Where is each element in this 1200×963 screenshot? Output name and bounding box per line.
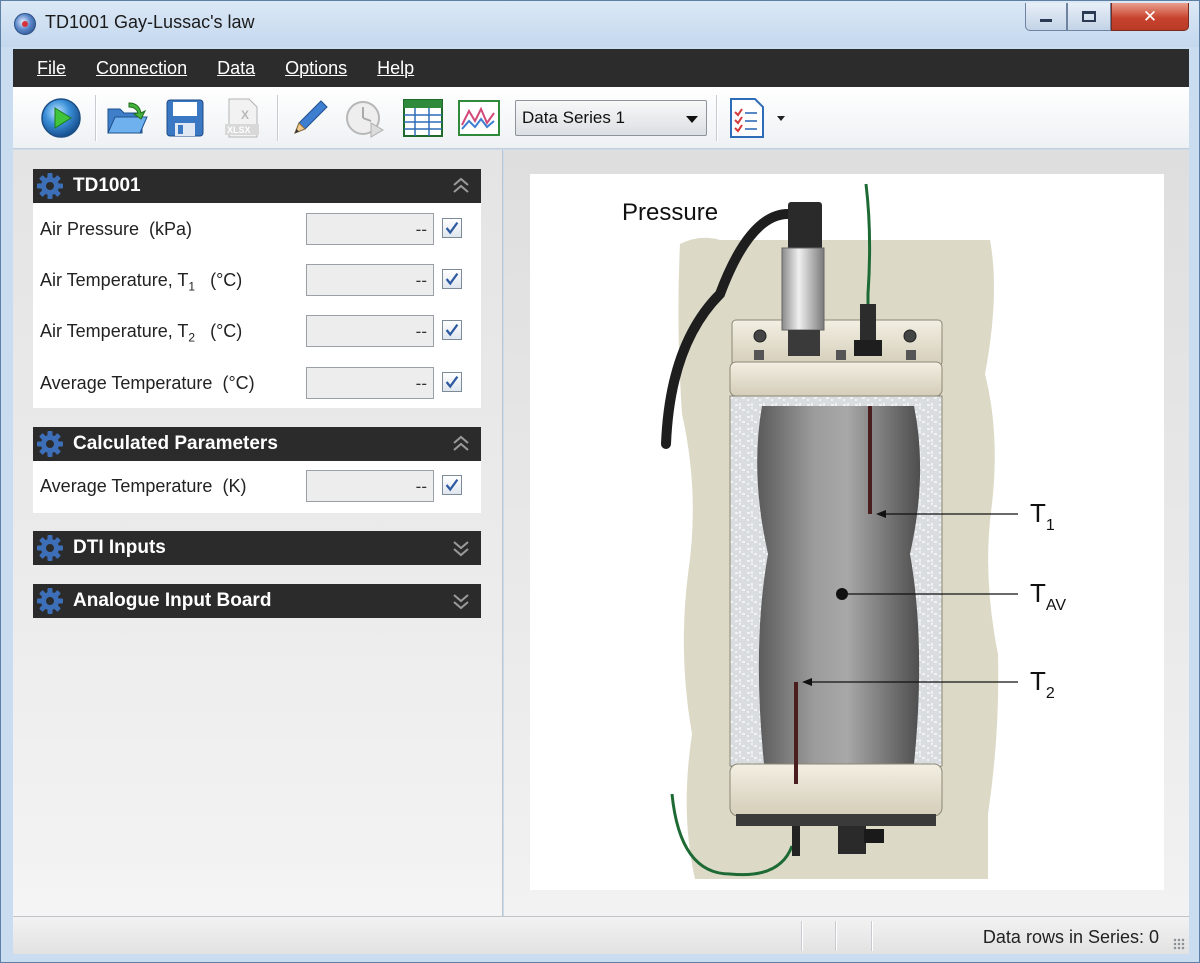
tav-label: TAV <box>1030 578 1066 614</box>
apparatus-diagram: Pressure T1 TAV T2 <box>530 174 1164 890</box>
toolbar: X XLSX Data Series 1 <box>13 87 1189 149</box>
section-calculated-header[interactable]: Calculated Parameters <box>33 427 481 461</box>
param-row-average-temp: Average Temperature (°C) -- <box>33 363 481 403</box>
param-checkbox[interactable] <box>442 269 462 289</box>
param-checkbox[interactable] <box>442 320 462 340</box>
gear-icon <box>37 588 63 614</box>
maximize-icon <box>1082 11 1096 22</box>
section-title: TD1001 <box>73 175 141 196</box>
report-icon[interactable] <box>727 97 771 139</box>
param-value-field[interactable]: -- <box>306 315 434 347</box>
xlsx-export-icon: X XLSX <box>225 98 259 138</box>
param-label: Air Temperature, T1 (°C) <box>40 270 243 294</box>
chevron-up-icon[interactable] <box>451 176 471 196</box>
graph-icon[interactable] <box>457 97 501 139</box>
param-row-air-pressure: Air Pressure (kPa) -- <box>33 209 481 249</box>
gear-icon <box>37 173 63 199</box>
menu-help[interactable]: Help <box>377 58 414 79</box>
app-window: TD1001 Gay-Lussac's law ✕ File Connectio… <box>0 0 1200 963</box>
chevron-down-icon[interactable] <box>451 538 471 558</box>
table-icon[interactable] <box>401 97 445 139</box>
open-folder-icon[interactable] <box>105 97 149 139</box>
diagram-panel: Pressure T1 TAV T2 <box>504 150 1189 916</box>
play-icon[interactable] <box>39 97 83 139</box>
window-title: TD1001 Gay-Lussac's law <box>45 12 255 32</box>
status-data-rows: Data rows in Series: 0 <box>982 927 1159 947</box>
section-analogue-header[interactable]: Analogue Input Board <box>33 584 481 618</box>
status-bar: Data rows in Series: 0 <box>13 916 1189 954</box>
param-value-field[interactable]: -- <box>306 213 434 245</box>
param-label: Average Temperature (°C) <box>40 373 255 393</box>
chevron-down-icon[interactable] <box>451 591 471 611</box>
param-label: Air Temperature, T2 (°C) <box>40 321 243 345</box>
chevron-down-icon <box>686 116 698 123</box>
xlsx-label: XLSX <box>227 125 251 135</box>
status-divider <box>871 921 872 951</box>
param-value-field[interactable]: -- <box>306 470 434 502</box>
timer-icon <box>346 101 384 138</box>
param-row-air-temp-t1: Air Temperature, T1 (°C) -- <box>33 260 481 300</box>
pressure-label: Pressure <box>622 199 718 226</box>
title-bar: TD1001 Gay-Lussac's law ✕ <box>1 1 1199 47</box>
param-checkbox[interactable] <box>442 475 462 495</box>
section-title: DTI Inputs <box>73 537 166 558</box>
param-checkbox[interactable] <box>442 372 462 392</box>
menu-bar: File Connection Data Options Help <box>13 49 1189 87</box>
param-checkbox[interactable] <box>442 218 462 238</box>
parameters-panel: TD1001 Air Pressure (kPa) -- Air Tempera… <box>13 150 503 916</box>
minimize-icon <box>1040 19 1052 22</box>
toolbar-separator <box>277 95 278 141</box>
pressure-vessel-illustration: Pressure T1 TAV T2 <box>622 183 1066 879</box>
gear-icon <box>37 535 63 561</box>
maximize-button[interactable] <box>1067 3 1111 31</box>
minimize-button[interactable] <box>1025 3 1067 31</box>
gear-icon <box>37 431 63 457</box>
status-divider <box>801 921 802 951</box>
t2-label: T2 <box>1030 666 1055 702</box>
toolbar-separator <box>95 95 96 141</box>
toolbar-separator <box>716 95 717 141</box>
close-button[interactable]: ✕ <box>1111 3 1189 31</box>
param-row-air-temp-t2: Air Temperature, T2 (°C) -- <box>33 311 481 351</box>
status-divider <box>835 921 836 951</box>
chevron-up-icon[interactable] <box>451 434 471 454</box>
svg-text:X: X <box>241 108 249 122</box>
param-value-field[interactable]: -- <box>306 367 434 399</box>
section-td1001-header[interactable]: TD1001 <box>33 169 481 203</box>
section-dti-header[interactable]: DTI Inputs <box>33 531 481 565</box>
pencil-icon[interactable] <box>287 97 331 139</box>
data-series-select[interactable]: Data Series 1 <box>515 100 707 136</box>
report-dropdown-icon[interactable] <box>777 116 785 121</box>
save-icon[interactable] <box>163 97 207 139</box>
menu-connection[interactable]: Connection <box>96 58 187 79</box>
close-icon: ✕ <box>1142 6 1158 26</box>
param-label: Average Temperature (K) <box>40 476 247 496</box>
section-td1001-body: Air Pressure (kPa) -- Air Temperature, T… <box>33 203 481 408</box>
section-calculated-body: Average Temperature (K) -- <box>33 461 481 513</box>
resize-grip-icon[interactable] <box>1173 938 1185 950</box>
param-value-field[interactable]: -- <box>306 264 434 296</box>
app-logo-icon <box>14 13 36 35</box>
param-row-average-temp-k: Average Temperature (K) -- <box>33 466 481 506</box>
section-title: Calculated Parameters <box>73 433 278 454</box>
menu-options[interactable]: Options <box>285 58 347 79</box>
menu-data[interactable]: Data <box>217 58 255 79</box>
t1-label: T1 <box>1030 498 1055 534</box>
menu-file[interactable]: File <box>37 58 66 79</box>
param-label: Air Pressure (kPa) <box>40 219 193 239</box>
data-series-value: Data Series 1 <box>522 108 625 127</box>
section-title: Analogue Input Board <box>73 590 272 611</box>
